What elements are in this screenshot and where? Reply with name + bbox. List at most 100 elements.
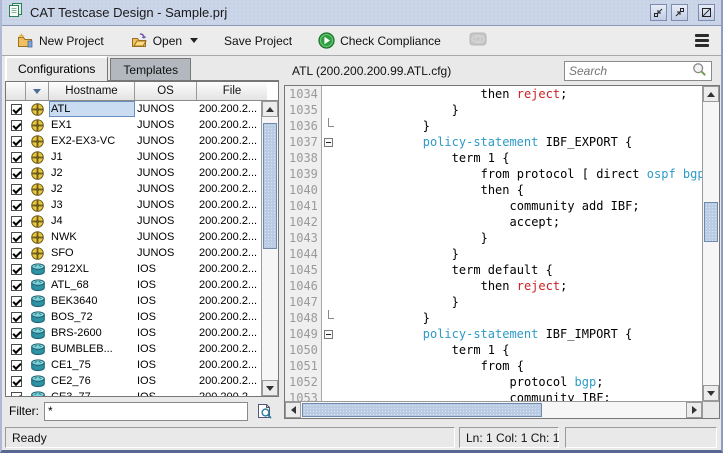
tab-configurations[interactable]: Configurations bbox=[5, 56, 108, 81]
editor-line[interactable]: 1043} bbox=[285, 230, 702, 246]
scroll-down-button[interactable] bbox=[703, 385, 719, 401]
title-bar[interactable]: CAT Testcase Design - Sample.prj bbox=[2, 0, 721, 26]
hostname-cell[interactable]: J4 bbox=[49, 213, 135, 229]
open-dropdown-icon[interactable] bbox=[190, 38, 198, 43]
row-checkbox[interactable] bbox=[6, 360, 26, 371]
row-checkbox[interactable] bbox=[6, 280, 26, 291]
file-cell[interactable]: 200.200.2... bbox=[197, 101, 261, 117]
table-row[interactable]: J3JUNOS200.200.2... bbox=[6, 197, 261, 213]
editor-line[interactable]: 1044} bbox=[285, 246, 702, 262]
row-checkbox[interactable] bbox=[6, 392, 26, 397]
row-checkbox[interactable] bbox=[6, 344, 26, 355]
table-row[interactable]: 2912XLIOS200.200.2... bbox=[6, 261, 261, 277]
editor-hscrollbar-thumb[interactable] bbox=[302, 403, 542, 417]
table-row[interactable]: EX2-EX3-VCJUNOS200.200.2... bbox=[6, 133, 261, 149]
editor-line[interactable]: 1039from protocol [ direct ospf bgp bbox=[285, 166, 702, 182]
header-os[interactable]: OS bbox=[135, 82, 197, 100]
os-cell[interactable]: JUNOS bbox=[135, 213, 197, 229]
scroll-down-button[interactable] bbox=[262, 380, 278, 396]
file-cell[interactable]: 200.200.2... bbox=[197, 389, 261, 396]
scroll-left-button[interactable] bbox=[285, 402, 301, 418]
table-row[interactable]: BRS-2600IOS200.200.2... bbox=[6, 325, 261, 341]
row-checkbox[interactable] bbox=[6, 120, 26, 131]
table-row[interactable]: J4JUNOS200.200.2... bbox=[6, 213, 261, 229]
table-row[interactable]: CE3_77IOS200.200.2... bbox=[6, 389, 261, 396]
editor-line[interactable]: 1046then reject; bbox=[285, 278, 702, 294]
table-row[interactable]: BUMBLEB...IOS200.200.2... bbox=[6, 341, 261, 357]
file-cell[interactable]: 200.200.2... bbox=[197, 245, 261, 261]
os-cell[interactable]: JUNOS bbox=[135, 181, 197, 197]
file-cell[interactable]: 200.200.2... bbox=[197, 213, 261, 229]
file-cell[interactable]: 200.200.2... bbox=[197, 325, 261, 341]
editor-line[interactable]: 1048} bbox=[285, 310, 702, 326]
new-project-button[interactable]: New Project bbox=[10, 29, 110, 52]
hostname-cell[interactable]: BUMBLEB... bbox=[49, 341, 135, 357]
editor-line[interactable]: 1035} bbox=[285, 102, 702, 118]
os-cell[interactable]: JUNOS bbox=[135, 133, 197, 149]
save-project-button[interactable]: Save Project bbox=[218, 30, 298, 52]
maximize-button[interactable] bbox=[671, 4, 688, 21]
hostname-cell[interactable]: BEK3640 bbox=[49, 293, 135, 309]
editor-line[interactable]: 1040then { bbox=[285, 182, 702, 198]
file-cell[interactable]: 200.200.2... bbox=[197, 229, 261, 245]
file-cell[interactable]: 200.200.2... bbox=[197, 309, 261, 325]
row-checkbox[interactable] bbox=[6, 232, 26, 243]
header-checkbox-column[interactable] bbox=[6, 82, 26, 100]
hostname-cell[interactable]: SFO bbox=[49, 245, 135, 261]
table-scrollbar-thumb[interactable] bbox=[263, 123, 277, 249]
file-cell[interactable]: 200.200.2... bbox=[197, 357, 261, 373]
hostname-cell[interactable]: BRS-2600 bbox=[49, 325, 135, 341]
file-cell[interactable]: 200.200.2... bbox=[197, 293, 261, 309]
row-checkbox[interactable] bbox=[6, 376, 26, 387]
hostname-cell[interactable]: EX2-EX3-VC bbox=[49, 133, 135, 149]
editor-vscrollbar-thumb[interactable] bbox=[704, 202, 718, 242]
row-checkbox[interactable] bbox=[6, 296, 26, 307]
editor-horizontal-scrollbar[interactable] bbox=[285, 401, 702, 418]
header-filter-dropdown[interactable] bbox=[26, 82, 49, 100]
row-checkbox[interactable] bbox=[6, 168, 26, 179]
search-icon[interactable] bbox=[692, 62, 707, 80]
file-cell[interactable]: 200.200.2... bbox=[197, 133, 261, 149]
close-button[interactable] bbox=[698, 4, 715, 21]
os-cell[interactable]: IOS bbox=[135, 325, 197, 341]
table-row[interactable]: CE2_76IOS200.200.2... bbox=[6, 373, 261, 389]
os-cell[interactable]: JUNOS bbox=[135, 149, 197, 165]
hostname-cell[interactable]: EX1 bbox=[49, 117, 135, 133]
fold-collapse-icon[interactable] bbox=[324, 138, 333, 147]
file-cell[interactable]: 200.200.2... bbox=[197, 261, 261, 277]
editor-line[interactable]: 1041community add IBF; bbox=[285, 198, 702, 214]
minimize-button[interactable] bbox=[650, 4, 667, 21]
file-cell[interactable]: 200.200.2... bbox=[197, 181, 261, 197]
editor-line[interactable]: 1042accept; bbox=[285, 214, 702, 230]
check-compliance-button[interactable]: Check Compliance bbox=[312, 28, 447, 53]
editor-vertical-scrollbar[interactable] bbox=[702, 86, 719, 401]
hostname-cell[interactable]: J2 bbox=[49, 181, 135, 197]
os-cell[interactable]: IOS bbox=[135, 373, 197, 389]
table-row[interactable]: ATL_68IOS200.200.2... bbox=[6, 277, 261, 293]
table-row[interactable]: J2JUNOS200.200.2... bbox=[6, 165, 261, 181]
row-checkbox[interactable] bbox=[6, 328, 26, 339]
editor-line[interactable]: 1036} bbox=[285, 118, 702, 134]
table-row[interactable]: CE1_75IOS200.200.2... bbox=[6, 357, 261, 373]
hostname-cell[interactable]: CE1_75 bbox=[49, 357, 135, 373]
os-cell[interactable]: JUNOS bbox=[135, 165, 197, 181]
scroll-up-button[interactable] bbox=[703, 86, 719, 102]
editor-line[interactable]: 1045term default { bbox=[285, 262, 702, 278]
os-cell[interactable]: IOS bbox=[135, 261, 197, 277]
os-cell[interactable]: IOS bbox=[135, 309, 197, 325]
fold-collapse-icon[interactable] bbox=[324, 330, 333, 339]
hostname-cell[interactable]: BOS_72 bbox=[49, 309, 135, 325]
editor-line[interactable]: 1049policy-statement IBF_IMPORT { bbox=[285, 326, 702, 342]
hostname-cell[interactable]: ATL bbox=[49, 101, 135, 117]
os-cell[interactable]: JUNOS bbox=[135, 229, 197, 245]
file-cell[interactable]: 200.200.2... bbox=[197, 341, 261, 357]
search-input[interactable] bbox=[569, 64, 688, 78]
code-editor[interactable]: 1034then reject;1035}1036}1037policy-sta… bbox=[284, 85, 720, 419]
scroll-right-button[interactable] bbox=[686, 402, 702, 418]
file-cell[interactable]: 200.200.2... bbox=[197, 373, 261, 389]
row-checkbox[interactable] bbox=[6, 136, 26, 147]
hostname-cell[interactable]: CE2_76 bbox=[49, 373, 135, 389]
file-cell[interactable]: 200.200.2... bbox=[197, 277, 261, 293]
row-checkbox[interactable] bbox=[6, 152, 26, 163]
editor-line[interactable]: 1038term 1 { bbox=[285, 150, 702, 166]
